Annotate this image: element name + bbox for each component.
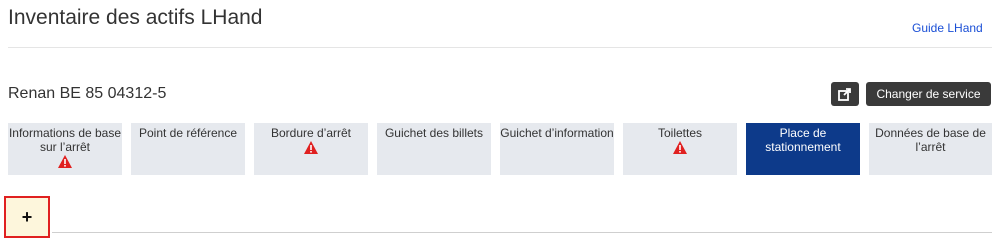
tab-bar: Informations de base sur l’arrêt Point d… <box>8 123 992 175</box>
tab-label: Informations de base sur l’arrêt <box>8 126 122 154</box>
add-button[interactable]: + <box>4 196 50 238</box>
tab-bordure-d-arret[interactable]: Bordure d’arrêt <box>254 123 368 175</box>
tab-guichet-des-billets[interactable]: Guichet des billets <box>377 123 491 175</box>
warning-icon <box>673 141 687 154</box>
tab-label: Guichet d’information <box>500 126 614 140</box>
content-divider <box>52 232 992 233</box>
warning-icon <box>58 155 72 168</box>
tab-donnees-de-base[interactable]: Données de base de l’arrêt <box>869 123 992 175</box>
tab-guichet-d-information[interactable]: Guichet d’information <box>500 123 614 175</box>
page-title: Inventaire des actifs LHand <box>8 6 263 29</box>
warning-icon <box>304 141 318 154</box>
stop-name: Renan BE 85 04312-5 <box>8 85 167 102</box>
tab-label: Guichet des billets <box>384 126 484 140</box>
tab-place-de-stationnement[interactable]: Place de stationnement <box>746 123 860 175</box>
tab-label: Point de référence <box>138 126 238 140</box>
tab-toilettes[interactable]: Toilettes <box>623 123 737 175</box>
tab-informations-de-base[interactable]: Informations de base sur l’arrêt <box>8 123 122 175</box>
tab-label: Bordure d’arrêt <box>270 126 352 140</box>
tab-label: Place de stationnement <box>765 126 841 154</box>
change-service-button[interactable]: Changer de service <box>866 82 991 106</box>
tab-point-de-reference[interactable]: Point de référence <box>131 123 245 175</box>
tab-label: Données de base de l’arrêt <box>875 126 986 154</box>
tab-label: Toilettes <box>657 126 703 140</box>
external-link-icon <box>838 87 851 101</box>
header-divider <box>8 47 992 48</box>
export-button[interactable] <box>831 82 859 106</box>
guide-link[interactable]: Guide LHand <box>912 21 983 35</box>
